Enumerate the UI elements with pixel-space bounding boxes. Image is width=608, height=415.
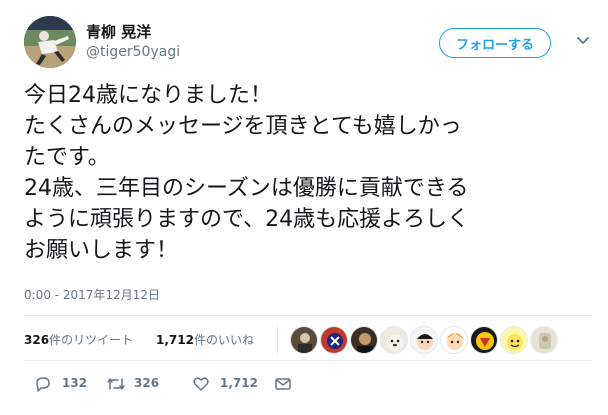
user-handle[interactable]: @tiger50yagi — [86, 42, 180, 62]
liker-avatar[interactable] — [500, 326, 528, 354]
stats-separator — [277, 326, 278, 354]
chevron-down-icon[interactable] — [575, 32, 591, 48]
liker-avatar[interactable] — [350, 326, 378, 354]
tweet-text-line: 24歳、三年目のシーズンは優勝に貢献できる — [24, 176, 469, 201]
liker-avatar[interactable] — [290, 326, 318, 354]
tweet-header: 青柳 晃洋 @tiger50yagi フォローする — [24, 14, 592, 68]
tweet-stats: 326件のリツイート 1,712件のいいね — [24, 322, 594, 358]
reply-icon — [36, 377, 50, 392]
liker-avatar[interactable] — [320, 326, 348, 354]
retweet-icon — [107, 378, 125, 390]
avatar[interactable] — [24, 16, 76, 68]
liker-avatar[interactable] — [470, 326, 498, 354]
tweet-text-line: たくさんのメッセージを頂きとても嬉しかっ — [24, 114, 462, 139]
reply-count: 132 — [62, 376, 88, 390]
tweet-timestamp[interactable]: 0:00 - 2017年12月12日 — [24, 286, 160, 303]
tweet-text-line: お願いします！ — [24, 238, 179, 263]
retweet-stat-count: 326 — [24, 333, 50, 347]
tweet-actions: 132 326 1,712 — [24, 372, 324, 396]
like-stat-label: 件のいいね — [193, 333, 254, 347]
tweet-text: 今日24歳になりました！ たくさんのメッセージを頂きとても嬉しかっ たです。 2… — [24, 80, 596, 266]
retweet-count: 326 — [134, 376, 160, 390]
liker-avatar[interactable] — [380, 326, 408, 354]
follow-button[interactable]: フォローする — [439, 28, 551, 58]
tweet-text-line: 今日24歳になりました！ — [24, 83, 272, 108]
retweet-stat[interactable]: 326件のリツイート — [24, 331, 133, 348]
liker-avatar[interactable] — [440, 326, 468, 354]
liker-avatar[interactable] — [410, 326, 438, 354]
divider — [24, 360, 592, 361]
like-count: 1,712 — [220, 376, 258, 390]
divider — [24, 315, 592, 316]
tweet-text-line: たです。 — [24, 145, 110, 170]
like-stat[interactable]: 1,712件のいいね — [156, 331, 254, 348]
like-stat-count: 1,712 — [156, 333, 194, 347]
heart-icon — [193, 377, 209, 391]
display-name[interactable]: 青柳 晃洋 — [86, 22, 180, 42]
liker-avatar[interactable] — [530, 326, 558, 354]
tweet-text-line: ように頑張りますので、24歳も応援よろしく — [24, 207, 470, 232]
retweet-stat-label: 件のリツイート — [49, 333, 134, 347]
mail-icon — [275, 378, 291, 390]
